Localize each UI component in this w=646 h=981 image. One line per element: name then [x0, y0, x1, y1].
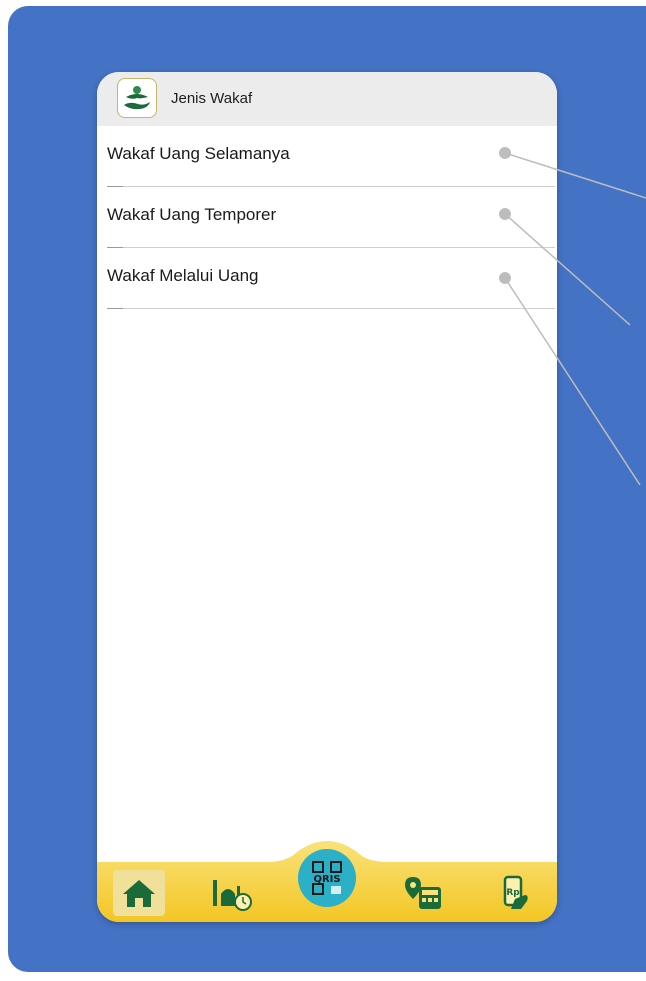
- nav-location-calculator-button[interactable]: [397, 870, 449, 916]
- nav-mobile-payment-button[interactable]: Rp: [489, 870, 541, 916]
- nav-qris-button[interactable]: QRIS: [297, 848, 357, 908]
- list-item-label: Wakaf Melalui Uang: [107, 266, 259, 285]
- wakaf-type-list: Wakaf Uang Selamanya Wakaf Uang Temporer…: [97, 126, 557, 309]
- list-item-wakaf-uang-selamanya[interactable]: Wakaf Uang Selamanya: [107, 126, 555, 187]
- location-calculator-icon: [405, 877, 441, 909]
- app-header: Jenis Wakaf: [97, 72, 557, 126]
- qris-icon: QRIS: [298, 849, 356, 907]
- list-item-label: Wakaf Uang Temporer: [107, 205, 277, 224]
- page-title: Jenis Wakaf: [171, 90, 253, 107]
- nav-home-button[interactable]: [113, 870, 165, 916]
- list-item-wakaf-uang-temporer[interactable]: Wakaf Uang Temporer: [107, 187, 555, 248]
- phone-screen: Jenis Wakaf Wakaf Uang Selamanya Wakaf U…: [97, 72, 557, 922]
- svg-text:Rp: Rp: [506, 888, 520, 898]
- list-item-wakaf-melalui-uang[interactable]: Wakaf Melalui Uang: [107, 248, 555, 309]
- mobile-payment-icon: Rp: [503, 875, 528, 909]
- nav-prayer-times-button[interactable]: [207, 870, 259, 916]
- wakaf-logo-icon: [117, 78, 157, 118]
- list-item-label: Wakaf Uang Selamanya: [107, 144, 290, 163]
- bottom-navigation: QRIS Rp: [97, 836, 557, 922]
- qris-label: QRIS: [313, 874, 340, 885]
- divider: [107, 308, 123, 309]
- home-icon: [123, 880, 155, 907]
- mosque-clock-icon: [213, 880, 252, 911]
